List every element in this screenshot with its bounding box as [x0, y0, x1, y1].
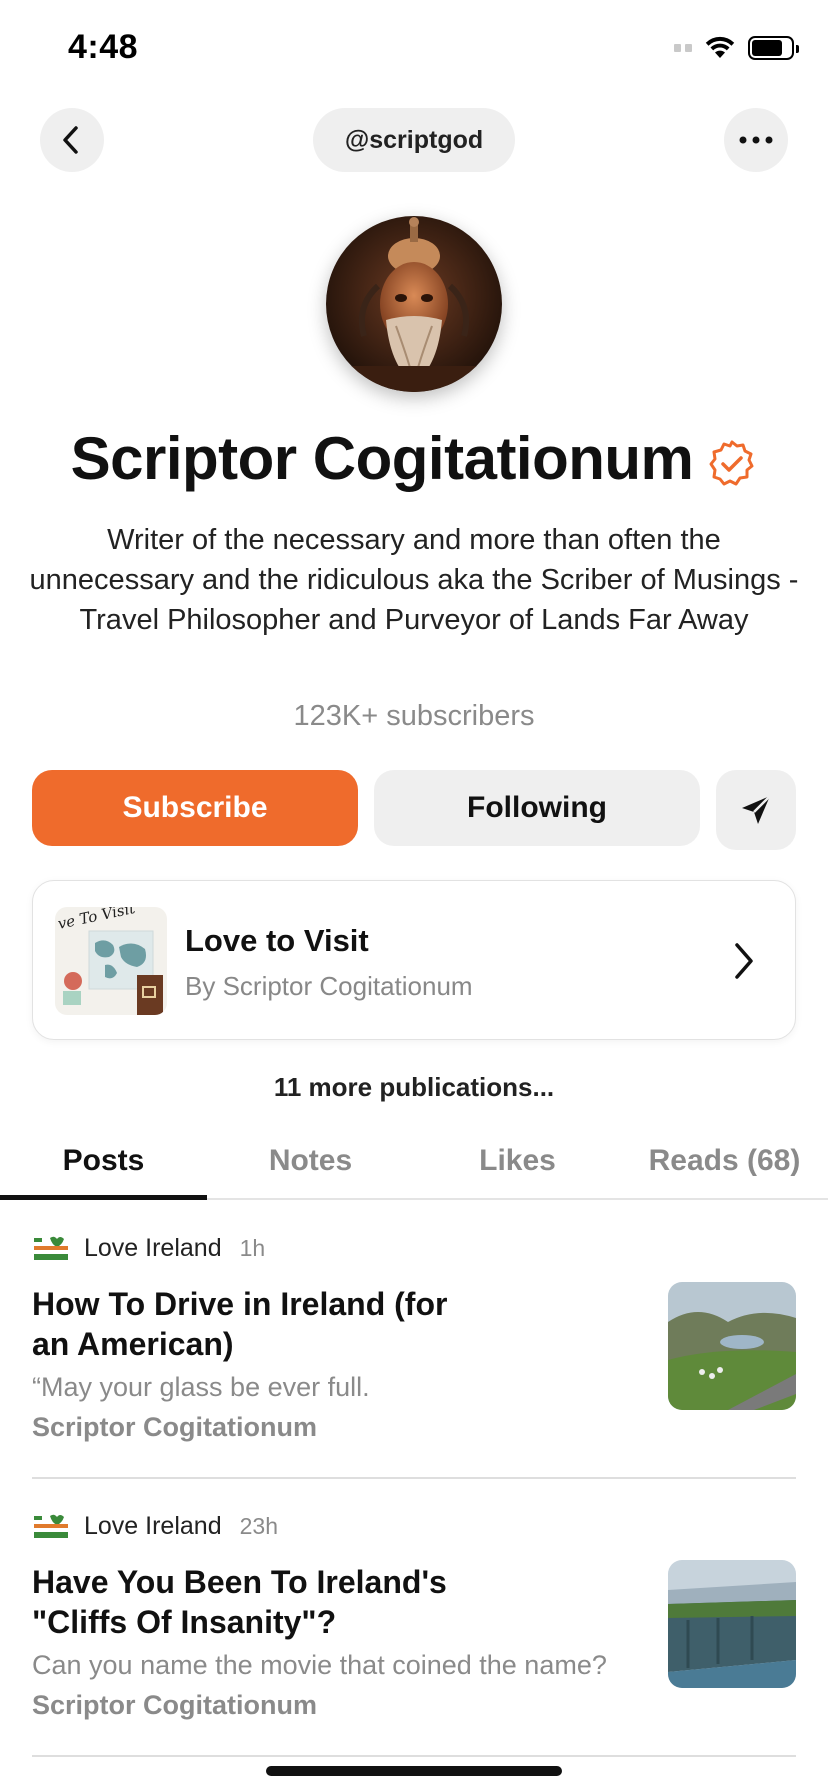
publication-byline: By Scriptor Cogitationum — [185, 971, 473, 1001]
status-icons — [674, 36, 799, 60]
home-indicator — [266, 1766, 562, 1776]
subscribe-button[interactable]: Subscribe — [32, 770, 358, 846]
post-author[interactable]: Scriptor Cogitationum — [32, 1412, 317, 1443]
post-title[interactable]: How To Drive in Ireland (for an American… — [32, 1284, 492, 1364]
status-bar: 4:48 — [0, 0, 828, 100]
love-ireland-logo-icon — [34, 1514, 68, 1538]
profile-name: Scriptor Cogitationum — [70, 425, 694, 492]
top-nav: @scriptgod — [0, 108, 828, 172]
profile-handle[interactable]: @scriptgod — [313, 108, 515, 172]
more-publications-link[interactable]: 11 more publications... — [0, 1072, 828, 1103]
back-button[interactable] — [40, 108, 104, 172]
cellular-signal-icon — [674, 44, 692, 52]
more-options-button[interactable] — [724, 108, 788, 172]
post-meta: Love Ireland 23h — [32, 1512, 278, 1541]
post-image[interactable] — [668, 1560, 796, 1688]
post-publication[interactable]: Love Ireland — [84, 1234, 222, 1263]
chevron-right-icon — [735, 943, 753, 979]
message-button[interactable] — [716, 770, 796, 850]
tab-notes[interactable]: Notes — [207, 1130, 414, 1198]
profile-bio: Writer of the necessary and more than of… — [29, 524, 799, 636]
wifi-icon — [705, 36, 735, 58]
post-meta: Love Ireland 1h — [32, 1234, 265, 1263]
post-time: 1h — [239, 1235, 266, 1261]
publication-card[interactable]: ve To Visit Love to Visit By Scriptor Co… — [32, 880, 796, 1040]
post-subtitle: Can you name the movie that coined the n… — [32, 1650, 607, 1680]
publication-title: Love to Visit — [185, 923, 369, 958]
subscriber-count: 123K+ subscribers — [293, 700, 535, 732]
battery-icon — [748, 36, 799, 60]
profile-name-row: Scriptor Cogitationum — [0, 424, 828, 493]
profile-actions: Subscribe Following — [32, 770, 796, 850]
send-arrow-icon — [742, 795, 771, 824]
publication-thumbnail: ve To Visit — [55, 907, 167, 1015]
post-subtitle: “May your glass be ever full. — [32, 1372, 370, 1402]
post-divider — [32, 1755, 796, 1757]
following-button[interactable]: Following — [374, 770, 700, 846]
more-dots-icon — [739, 136, 773, 144]
verified-check-icon — [709, 440, 754, 485]
love-ireland-logo-icon — [34, 1236, 68, 1260]
post-publication[interactable]: Love Ireland — [84, 1512, 222, 1541]
post-time: 23h — [239, 1513, 278, 1539]
tab-likes[interactable]: Likes — [414, 1130, 621, 1198]
post-title[interactable]: Have You Been To Ireland's "Cliffs Of In… — [32, 1562, 492, 1642]
profile-tabs: Posts Notes Likes Reads (68) — [0, 1130, 828, 1200]
post-image[interactable] — [668, 1282, 796, 1410]
post-divider — [32, 1477, 796, 1479]
tab-reads[interactable]: Reads (68) — [621, 1130, 828, 1198]
tab-posts[interactable]: Posts — [0, 1130, 207, 1200]
post-item[interactable]: Love Ireland 1h How To Drive in Ireland … — [32, 1234, 796, 1484]
back-chevron-icon — [63, 126, 78, 154]
post-item[interactable]: Love Ireland 23h Have You Been To Irelan… — [32, 1512, 796, 1762]
status-time: 4:48 — [68, 28, 139, 66]
post-author[interactable]: Scriptor Cogitationum — [32, 1690, 317, 1721]
avatar[interactable] — [326, 216, 502, 392]
